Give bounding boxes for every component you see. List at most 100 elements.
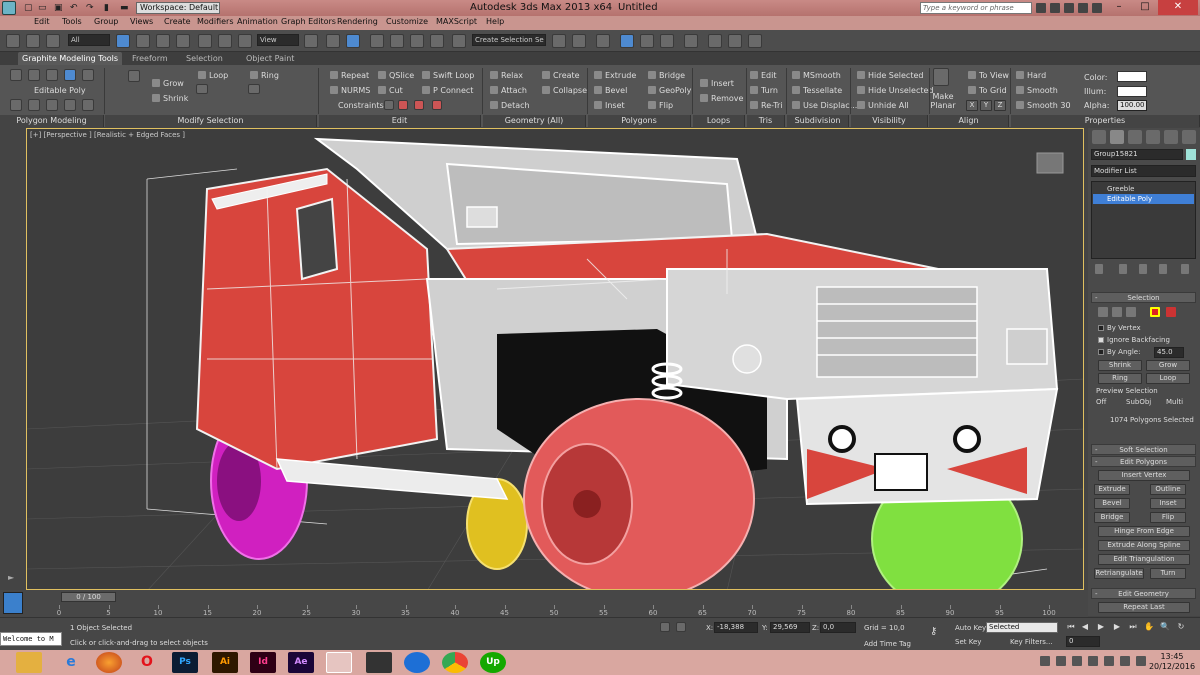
polygon-level-icon[interactable] [1150, 307, 1160, 317]
smooth-button[interactable]: Smooth [1016, 86, 1058, 95]
align-x-button[interactable]: X [966, 100, 978, 111]
insert-vertex-button[interactable]: Insert Vertex [1098, 470, 1190, 481]
hinge-from-edge-button[interactable]: Hinge From Edge [1098, 526, 1190, 537]
system-clock[interactable]: 13:45 20/12/2016 [1148, 652, 1196, 672]
cut-button[interactable]: Cut [378, 86, 403, 95]
group-edit[interactable]: Edit [319, 115, 481, 127]
spinner-snap-icon[interactable] [430, 34, 444, 48]
toggle-command-panel-icon[interactable] [46, 99, 58, 111]
constraint-edge-icon[interactable] [398, 100, 408, 110]
show-hidden-icons-icon[interactable] [1056, 656, 1066, 666]
soft-selection-rollout-header[interactable]: Soft Selection [1091, 444, 1196, 456]
ring-button[interactable]: Ring [250, 71, 279, 80]
align-icon[interactable] [572, 34, 586, 48]
constraint-none-icon[interactable] [384, 100, 394, 110]
unhide-all-button[interactable]: Unhide All [857, 101, 909, 110]
vertex-level-icon[interactable] [1098, 307, 1108, 317]
outline-button[interactable]: Outline [1150, 484, 1186, 495]
scale-icon[interactable] [238, 34, 252, 48]
select-object-icon[interactable] [116, 34, 130, 48]
upwork-icon[interactable]: Up [480, 652, 506, 673]
menu-rendering[interactable]: Rendering [337, 17, 378, 26]
orbit-view-icon[interactable]: ↻ [1176, 622, 1186, 632]
y-coordinate-input[interactable]: 29,569 [770, 622, 810, 633]
3dsmax-taskbar-icon[interactable] [326, 652, 352, 673]
network-icon[interactable] [1104, 656, 1114, 666]
group-polygon-modeling[interactable]: Polygon Modeling [0, 115, 104, 127]
previous-frame-icon[interactable]: ◀ [1080, 622, 1090, 632]
attach-button[interactable]: Attach [490, 86, 527, 95]
constraint-face-icon[interactable] [414, 100, 424, 110]
zoom-view-icon[interactable]: 🔍 [1160, 622, 1170, 632]
relax-button[interactable]: Relax [490, 71, 523, 80]
extrude-along-spline-button[interactable]: Extrude Along Spline [1098, 540, 1190, 551]
firefox-icon[interactable] [96, 652, 122, 673]
retri-button[interactable]: Re-Tri [750, 101, 783, 110]
edit-polygons-rollout-header[interactable]: Edit Polygons [1091, 456, 1196, 468]
window-crossing-icon[interactable] [176, 34, 190, 48]
illustrator-icon[interactable]: Ai [212, 652, 238, 673]
remove-modifier-icon[interactable] [1159, 264, 1167, 274]
configure-sets-icon[interactable] [1181, 264, 1189, 274]
tab-graphite-modeling-tools[interactable]: Graphite Modeling Tools [18, 52, 123, 65]
photoshop-icon[interactable]: Ps [172, 652, 198, 673]
pin-stack-icon[interactable] [1095, 264, 1103, 274]
inset-button[interactable]: Inset [1150, 498, 1186, 509]
editable-poly-label[interactable]: Editable Poly [34, 86, 86, 95]
tessellate-button[interactable]: Tessellate [792, 86, 842, 95]
language-icon[interactable] [1136, 656, 1146, 666]
z-coordinate-input[interactable]: 0,0 [820, 622, 856, 633]
edit-triangulation-button[interactable]: Edit Triangulation [1098, 554, 1190, 565]
collapse-button[interactable]: Collapse [542, 86, 587, 95]
shrink-button[interactable]: Shrink [152, 94, 188, 103]
show-end-result-icon[interactable] [28, 99, 40, 111]
retriangulate-button[interactable]: Retriangulate [1094, 568, 1144, 579]
ring-button[interactable]: Ring [1098, 373, 1142, 384]
display-tab-icon[interactable] [1164, 130, 1178, 144]
create-button[interactable]: Create [542, 71, 580, 80]
render-production-icon[interactable] [748, 34, 762, 48]
3dsmax-logo-icon[interactable] [2, 1, 16, 15]
utilities-tab-icon[interactable] [1182, 130, 1196, 144]
group-tris[interactable]: Tris [747, 115, 785, 127]
angle-input[interactable]: 45.0 [1154, 347, 1184, 358]
motion-tab-icon[interactable] [1146, 130, 1160, 144]
search-icon[interactable] [1036, 3, 1046, 13]
element-mode-icon[interactable] [82, 69, 94, 81]
help-icon[interactable] [1092, 3, 1102, 13]
reference-coordinate-dropdown[interactable]: View [257, 34, 299, 46]
pivot-center-icon[interactable] [304, 34, 318, 48]
workspace-dropdown[interactable]: Workspace: Default [136, 2, 220, 14]
menu-help[interactable]: Help [486, 17, 504, 26]
by-angle-checkbox[interactable]: By Angle: [1098, 348, 1140, 356]
swift-loop-button[interactable]: Swift Loop [422, 71, 474, 80]
geopoly-button[interactable]: GeoPoly [648, 86, 691, 95]
keyboard-shortcut-override-icon[interactable] [346, 34, 360, 48]
rectangular-selection-icon[interactable] [156, 34, 170, 48]
modify-tab-icon[interactable] [1110, 130, 1124, 144]
group-properties[interactable]: Properties [1011, 115, 1200, 127]
project-folder-icon[interactable]: ▬ [120, 3, 129, 13]
illum-swatch[interactable] [1117, 86, 1147, 97]
hide-selected-button[interactable]: Hide Selected [857, 71, 923, 80]
tab-object-paint[interactable]: Object Paint [246, 54, 294, 63]
volume-icon[interactable] [1120, 656, 1130, 666]
flip-button[interactable]: Flip [648, 101, 673, 110]
percent-snap-icon[interactable] [410, 34, 424, 48]
save-icon[interactable]: ▣ [54, 3, 63, 13]
lock-selection-icon[interactable] [660, 622, 670, 632]
play-icon[interactable]: ▶ [1096, 622, 1106, 632]
make-unique-icon[interactable] [1139, 264, 1147, 274]
alpha-input[interactable]: 100.00 [1117, 100, 1147, 111]
preview-off-radio[interactable]: Off [1096, 398, 1106, 406]
mirror-icon[interactable] [552, 34, 566, 48]
snaps-toggle-icon[interactable] [370, 34, 384, 48]
key-icon[interactable]: ⚷ [930, 627, 944, 637]
add-time-tag-button[interactable]: Add Time Tag [864, 640, 911, 648]
maximize-button[interactable]: □ [1132, 0, 1158, 15]
next-frame-icon[interactable]: ▶ [1112, 622, 1122, 632]
ignore-backfacing-checkbox[interactable]: Ignore Backfacing [1098, 336, 1170, 344]
menu-maxscript[interactable]: MAXScript [436, 17, 477, 26]
border-level-icon[interactable] [1126, 307, 1136, 317]
detach-button[interactable]: Detach [490, 101, 530, 110]
